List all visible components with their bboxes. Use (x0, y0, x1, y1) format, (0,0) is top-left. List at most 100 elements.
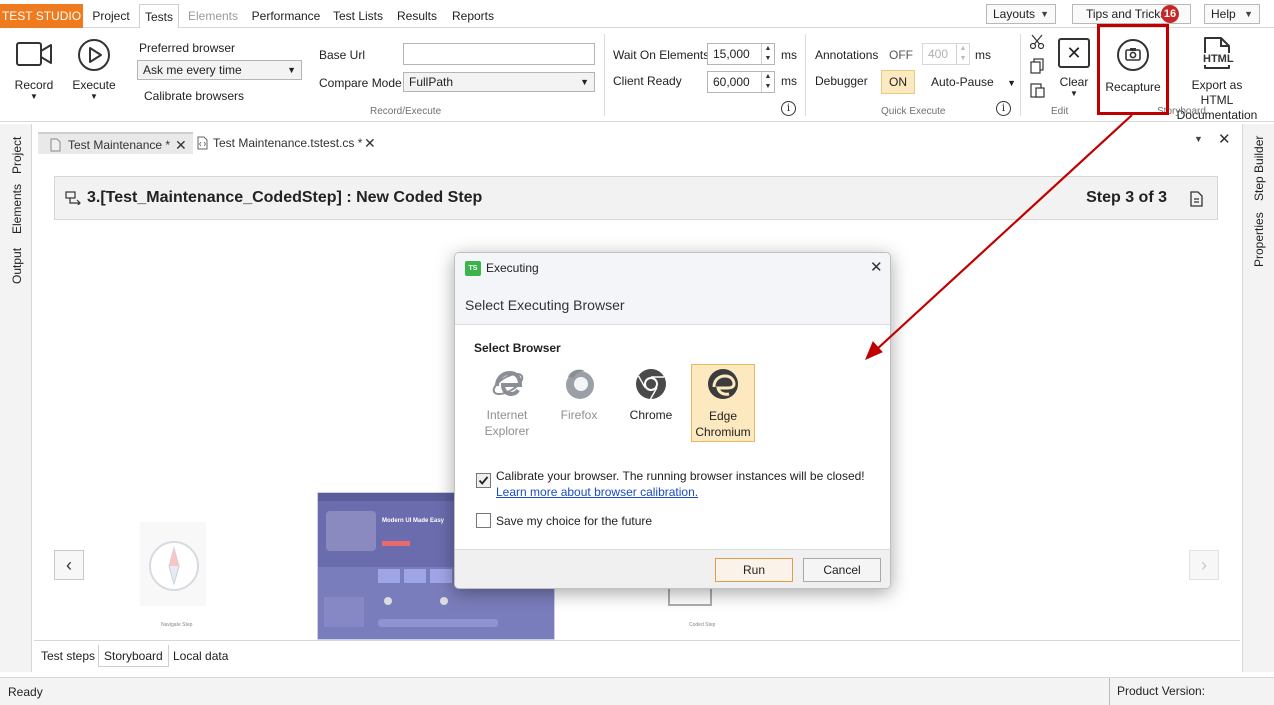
execute-label: Execute (72, 78, 116, 92)
status-text: Ready (8, 685, 43, 699)
browser-option-edge[interactable]: Edge Chromium (691, 364, 755, 442)
clear-button[interactable]: ✕ Clear ▼ (1054, 38, 1094, 100)
test-studio-logo-icon: TS (465, 261, 481, 276)
menu-performance[interactable]: Performance (248, 4, 324, 28)
info-icon[interactable]: i (781, 101, 796, 116)
tips-label: Tips and Tricks (1086, 7, 1167, 21)
browser-option-chrome[interactable]: Chrome (619, 364, 683, 442)
tab-local-data[interactable]: Local data (168, 645, 233, 667)
chevron-down-icon: ▼ (1070, 89, 1078, 98)
internet-explorer-icon (492, 370, 524, 397)
browser-label-line1: Edge (708, 409, 738, 423)
tab-test-maintenance-cs[interactable]: Test Maintenance.tstest.cs * ✕ (197, 132, 382, 154)
execute-button[interactable]: Execute ▼ (68, 38, 120, 102)
layouts-dropdown[interactable]: Layouts ▼ (986, 4, 1056, 24)
compare-mode-select[interactable]: FullPath ▼ (403, 72, 595, 92)
hero-heading: Modern UI Made Easy (382, 518, 445, 524)
menu-tests[interactable]: Tests (139, 4, 179, 29)
dialog-footer: Run Cancel (455, 549, 890, 588)
menu-bar: TEST STUDIO Project Tests Elements Perfo… (0, 0, 1274, 29)
help-dropdown[interactable]: Help ▼ (1204, 4, 1260, 24)
client-ready-input[interactable]: 60,000 ▲ ▼ (707, 71, 775, 93)
side-tab-project[interactable]: Project (10, 137, 24, 174)
menu-reports[interactable]: Reports (448, 4, 498, 28)
ribbon-divider (1020, 34, 1021, 116)
navigate-step-thumbnail[interactable] (140, 522, 206, 606)
previous-step-button[interactable]: ‹ (54, 550, 84, 580)
menu-results[interactable]: Results (392, 4, 442, 28)
client-ready-value: 60,000 (713, 75, 750, 89)
spinner-arrows-icon[interactable]: ▲ ▼ (761, 72, 774, 92)
step-title: 3.[Test_Maintenance_CodedStep] : New Cod… (87, 189, 483, 206)
export-html-button[interactable]: HTML Export as HTML Documentation (1174, 36, 1260, 122)
dialog-header: Select Executing Browser (455, 285, 890, 325)
side-tab-step-builder[interactable]: Step Builder (1252, 136, 1266, 201)
clear-label: Clear (1059, 75, 1089, 89)
cancel-button[interactable]: Cancel (803, 558, 881, 582)
next-step-button[interactable]: › (1189, 550, 1219, 580)
chevron-down-icon[interactable]: ▼ (1194, 134, 1203, 144)
export-html-label: Export as HTML (1191, 78, 1243, 107)
debugger-toggle[interactable]: ON (881, 70, 915, 94)
save-choice-label: Save my choice for the future (496, 514, 653, 528)
spinner-arrows-icon[interactable]: ▲ ▼ (956, 44, 969, 64)
thumbnail-label: Coded Step (689, 622, 716, 628)
document-icon[interactable] (1190, 191, 1203, 207)
record-button[interactable]: Record ▼ (8, 40, 60, 102)
compare-mode-label: Compare Mode (319, 76, 402, 90)
menu-test-lists[interactable]: Test Lists (330, 4, 386, 28)
calibration-help-link[interactable]: Learn more about browser calibration. (496, 485, 698, 499)
dialog-title: Executing (486, 261, 539, 275)
annotations-label: Annotations (815, 48, 879, 62)
close-icon[interactable]: ✕ (364, 132, 376, 154)
html-file-icon: HTML (1199, 36, 1235, 70)
annotations-delay-input[interactable]: 400 ▲ ▼ (922, 43, 970, 65)
chrome-icon (636, 369, 666, 400)
paste-icon[interactable] (1029, 82, 1045, 98)
left-side-panel: Project Elements Output (0, 124, 32, 672)
base-url-input[interactable] (403, 43, 595, 65)
close-icon[interactable]: ✕ (870, 258, 883, 276)
run-button[interactable]: Run (715, 558, 793, 582)
ribbon: Record ▼ Execute ▼ Preferred browser Ask… (0, 28, 1274, 122)
menu-project[interactable]: Project (87, 4, 135, 28)
annotations-toggle[interactable]: OFF (889, 48, 913, 62)
code-file-icon (197, 136, 208, 150)
tab-test-maintenance[interactable]: Test Maintenance * ✕ (38, 132, 193, 154)
browser-option-firefox[interactable]: Firefox (547, 364, 611, 442)
wait-on-elements-value: 15,000 (713, 47, 750, 61)
base-url-label: Base Url (319, 48, 366, 62)
auto-pause-dropdown[interactable]: Auto-Pause ▼ (931, 75, 1016, 89)
tab-label: Test Maintenance.tstest.cs * (213, 136, 363, 150)
notification-badge: 16 (1161, 5, 1179, 23)
save-choice-checkbox[interactable] (476, 513, 491, 528)
close-icon[interactable]: ✕ (175, 134, 187, 156)
executing-dialog: TS Executing ✕ Select Executing Browser … (454, 252, 891, 589)
tab-test-steps[interactable]: Test steps (36, 645, 100, 667)
browser-option-ie[interactable]: Internet Explorer (475, 364, 539, 442)
copy-icon[interactable] (1029, 58, 1045, 74)
browser-label-line1: Chrome (629, 408, 673, 422)
record-label: Record (14, 78, 54, 92)
side-tab-output[interactable]: Output (10, 248, 24, 284)
side-tab-elements[interactable]: Elements (10, 184, 24, 234)
menu-elements[interactable]: Elements (183, 4, 243, 28)
ms-unit: ms (781, 74, 797, 88)
preferred-browser-select[interactable]: Ask me every time ▼ (137, 60, 302, 80)
thumbnail-label: Navigate Step (161, 622, 193, 628)
chevron-down-icon: ▼ (1040, 9, 1049, 19)
calibrate-browsers-button[interactable]: Calibrate browsers (144, 89, 244, 103)
close-icon[interactable]: ✕ (1218, 130, 1231, 148)
chevron-down-icon: ▼ (1007, 78, 1016, 88)
browser-label: Internet Explorer (475, 407, 539, 439)
side-tab-properties[interactable]: Properties (1252, 212, 1266, 267)
tab-storyboard[interactable]: Storyboard (98, 645, 169, 667)
info-icon[interactable]: i (996, 101, 1011, 116)
calibrate-checkbox[interactable] (476, 473, 491, 488)
spinner-arrows-icon[interactable]: ▲ ▼ (761, 44, 774, 64)
cut-icon[interactable] (1029, 34, 1045, 50)
step-header: 3.[Test_Maintenance_CodedStep] : New Cod… (54, 176, 1218, 220)
wait-on-elements-input[interactable]: 15,000 ▲ ▼ (707, 43, 775, 65)
group-record-execute-label: Record/Execute (370, 106, 442, 117)
ribbon-divider (805, 34, 806, 116)
